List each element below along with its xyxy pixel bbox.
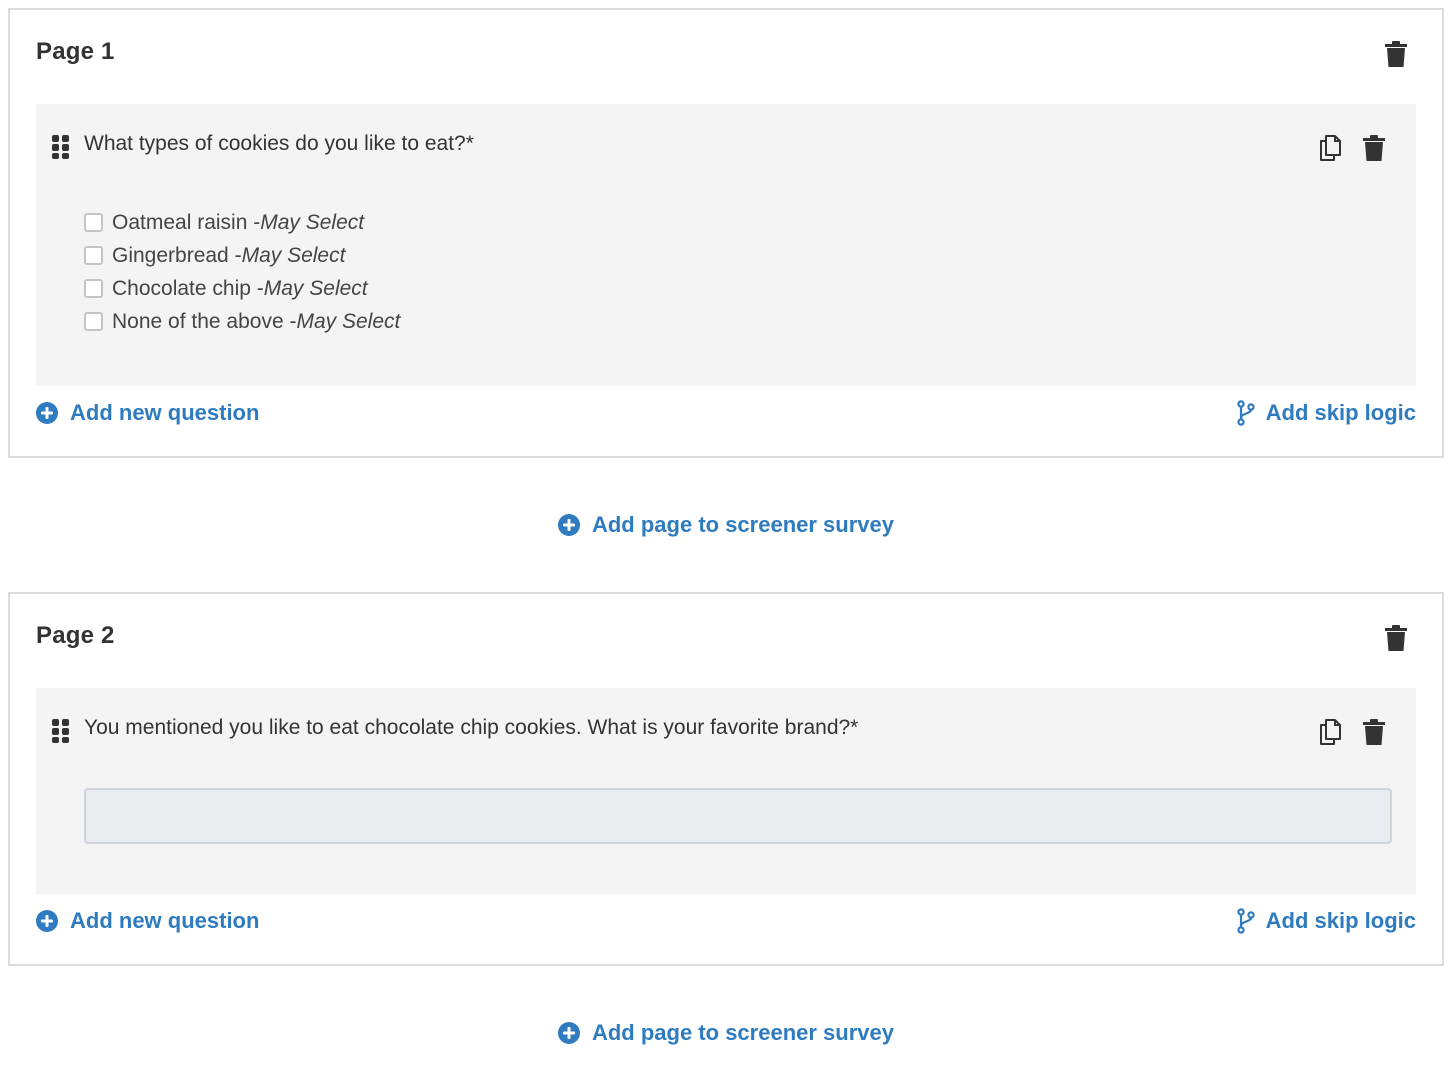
option-hint: May Select (263, 276, 368, 300)
plus-circle-icon (557, 514, 580, 536)
option-item[interactable]: Gingerbread - May Select (84, 239, 400, 272)
add-page-button[interactable]: Add page to screener survey (557, 512, 894, 538)
trash-icon[interactable] (1362, 718, 1386, 746)
add-page-button[interactable]: Add page to screener survey (557, 1020, 894, 1046)
option-label: Oatmeal raisin - (112, 210, 261, 234)
add-skip-logic-label: Add skip logic (1265, 908, 1416, 933)
branch-icon (1236, 908, 1255, 934)
copy-icon[interactable] (1318, 134, 1342, 162)
option-label: Chocolate chip - (112, 276, 264, 300)
checkbox[interactable] (84, 213, 103, 232)
checkbox[interactable] (84, 279, 103, 298)
option-label: None of the above - (112, 309, 297, 333)
add-new-question-label: Add new question (70, 400, 260, 425)
option-item[interactable]: Chocolate chip - May Select (84, 272, 400, 305)
page-card-1: Page 1 What types of cookies do you like… (8, 8, 1444, 458)
option-hint: May Select (241, 243, 346, 267)
drag-handle-icon[interactable] (52, 719, 70, 743)
plus-circle-icon (36, 910, 58, 932)
question-card: What types of cookies do you like to eat… (36, 104, 1416, 386)
checkbox[interactable] (84, 246, 103, 265)
trash-icon[interactable] (1384, 624, 1408, 652)
question-card: You mentioned you like to eat chocolate … (36, 688, 1416, 894)
question-text: What types of cookies do you like to eat… (84, 132, 474, 155)
option-item[interactable]: Oatmeal raisin - May Select (84, 206, 400, 239)
copy-icon[interactable] (1318, 718, 1342, 746)
plus-circle-icon (36, 402, 58, 424)
option-label: Gingerbread - (112, 243, 242, 267)
trash-icon[interactable] (1362, 134, 1386, 162)
drag-handle-icon[interactable] (52, 135, 70, 159)
add-skip-logic-label: Add skip logic (1265, 400, 1416, 425)
checkbox[interactable] (84, 312, 103, 331)
add-page-row: Add page to screener survey (0, 1020, 1452, 1046)
trash-icon[interactable] (1384, 40, 1408, 68)
add-new-question-button[interactable]: Add new question (36, 908, 259, 934)
add-new-question-label: Add new question (70, 908, 260, 933)
add-page-label: Add page to screener survey (591, 1020, 894, 1045)
question-text: You mentioned you like to eat chocolate … (84, 716, 859, 739)
add-new-question-button[interactable]: Add new question (36, 400, 259, 426)
page-title: Page 2 (36, 622, 115, 649)
options-list: Oatmeal raisin - May Select Gingerbread … (84, 206, 400, 338)
add-skip-logic-button[interactable]: Add skip logic (1236, 908, 1416, 934)
option-hint: May Select (296, 309, 401, 333)
add-page-label: Add page to screener survey (591, 512, 894, 537)
plus-circle-icon (557, 1022, 580, 1044)
page-card-2: Page 2 You mentioned you like to eat cho… (8, 592, 1444, 966)
add-skip-logic-button[interactable]: Add skip logic (1236, 400, 1416, 426)
answer-text-field[interactable] (84, 788, 1392, 844)
option-item[interactable]: None of the above - May Select (84, 305, 400, 338)
branch-icon (1236, 400, 1255, 426)
option-hint: May Select (260, 210, 365, 234)
page-title: Page 1 (36, 38, 115, 65)
add-page-row: Add page to screener survey (0, 512, 1452, 538)
